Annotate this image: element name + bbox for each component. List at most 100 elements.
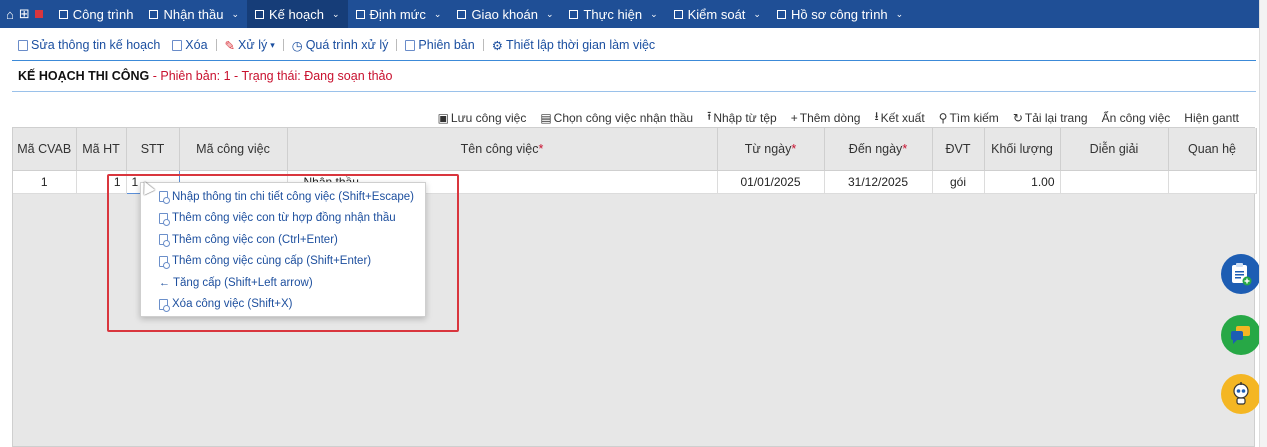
header-label: Đến ngày — [848, 141, 903, 156]
divider — [482, 39, 484, 51]
choose-contract-task-button[interactable]: ▤ Chọn công việc nhận thầu — [540, 107, 693, 128]
nav-ke-hoach[interactable]: Kế hoạch ⌄ — [247, 0, 348, 28]
grid-icon[interactable]: ⊞ — [19, 6, 30, 22]
save-task-button[interactable]: ▣ Lưu công việc — [438, 107, 527, 128]
cell-dvt[interactable]: gói — [932, 170, 985, 194]
cell-dien-giai[interactable] — [1060, 170, 1169, 194]
divider — [282, 39, 284, 51]
divider — [396, 39, 398, 51]
col-header-den-ngay[interactable]: Đến ngày* — [824, 128, 933, 171]
import-file-button[interactable]: ⭱ Nhập từ tệp — [707, 107, 777, 128]
doc-icon — [457, 9, 467, 19]
clock-icon: ◷ — [291, 38, 303, 53]
clipboard-add-button[interactable] — [1221, 254, 1261, 294]
home-group[interactable]: ⌂ ⊞ — [0, 6, 51, 22]
add-row-button[interactable]: + Thêm dòng — [791, 107, 861, 128]
caret-down-icon: ▾ — [270, 39, 275, 50]
download-icon: ⭳ — [874, 109, 879, 123]
col-header-dien-giai[interactable]: Diễn giải — [1060, 128, 1169, 171]
search-label: Tìm kiếm — [949, 110, 999, 125]
delete-icon — [172, 39, 183, 51]
book-icon — [149, 9, 159, 19]
col-header-dvt[interactable]: ĐVT — [932, 128, 985, 171]
history-button[interactable]: ◷ Quá trình xử lý — [286, 38, 395, 53]
import-file-label: Nhập từ tệp — [713, 110, 777, 125]
highlight-box — [107, 174, 459, 332]
nav-label: Thực hiện — [583, 6, 643, 22]
nav-dinh-muc[interactable]: Định mức ⌄ — [348, 0, 450, 28]
page-title: KẾ HOẠCH THI CÔNG - Phiên bản: 1 - Trạng… — [18, 69, 392, 83]
col-header-quan-he[interactable]: Quan hệ — [1168, 128, 1257, 171]
clipboard-icon — [1232, 263, 1252, 286]
worktime-label: Thiết lập thời gian làm việc — [505, 38, 656, 52]
col-header-ma-cong-viec[interactable]: Mã công việc — [179, 128, 288, 171]
divider-line — [12, 91, 1256, 92]
version-button[interactable]: Phiên bản — [399, 38, 480, 52]
upload-icon: ⭱ — [707, 109, 712, 123]
reload-button[interactable]: ↻ Tải lại trang — [1013, 107, 1088, 128]
nav-label: Hồ sơ công trình — [790, 6, 888, 22]
cell-khoi-luong[interactable]: 1.00 — [984, 170, 1061, 194]
nav-label: Kiểm soát — [687, 6, 746, 22]
search-button[interactable]: ⚲ Tìm kiếm — [939, 107, 999, 128]
worktime-settings-button[interactable]: ⚙ Thiết lập thời gian làm việc — [486, 38, 661, 53]
delete-button[interactable]: Xóa — [166, 38, 213, 52]
cell-tu-ngay[interactable]: 01/01/2025 — [717, 170, 825, 194]
folder-icon — [776, 9, 786, 19]
col-header-tu-ngay[interactable]: Từ ngày* — [717, 128, 825, 171]
flag-icon — [34, 10, 43, 18]
col-header-khoi-luong[interactable]: Khối lượng — [984, 128, 1061, 171]
nav-cong-trinh[interactable]: Công trình — [51, 0, 142, 28]
chat-button[interactable] — [1221, 315, 1261, 355]
hide-task-button[interactable]: Ẩn công việc — [1102, 107, 1171, 128]
doc-icon — [355, 9, 365, 19]
chevron-down-icon: ⌄ — [331, 8, 340, 19]
show-gantt-button[interactable]: Hiện gantt — [1184, 107, 1239, 128]
nav-ho-so-cong-trinh[interactable]: Hồ sơ công trình ⌄ — [769, 0, 911, 28]
robot-assistant-button[interactable] — [1221, 374, 1261, 414]
cell-ma-cvab[interactable]: 1 — [13, 170, 77, 194]
col-header-ten-cong-viec[interactable]: Tên công việc* — [287, 128, 718, 171]
nav-thuc-hien[interactable]: Thực hiện ⌄ — [561, 0, 665, 28]
process-label: Xử lý — [238, 38, 268, 52]
nav-kiem-soat[interactable]: Kiểm soát ⌄ — [666, 0, 769, 28]
refresh-icon: ↻ — [1012, 110, 1023, 125]
nav-label: Giao khoán — [471, 6, 538, 22]
nav-label: Nhận thầu — [163, 6, 224, 22]
monitor-icon — [673, 9, 683, 19]
chevron-down-icon: ⌄ — [650, 8, 658, 19]
calendar-icon — [255, 9, 265, 19]
col-header-ma-ht[interactable]: Mã HT — [76, 128, 127, 171]
history-label: Quá trình xử lý — [305, 38, 389, 52]
divider — [215, 39, 217, 51]
col-header-ma-cvab[interactable]: Mã CVAB — [13, 128, 77, 171]
export-label: Kết xuất — [880, 110, 925, 125]
divider-line — [12, 60, 1256, 61]
gear-icon: ⚙ — [491, 38, 503, 53]
export-button[interactable]: ⭳ Kết xuất — [874, 107, 924, 128]
required-mark: * — [902, 141, 908, 156]
list-icon — [58, 9, 68, 19]
header-label: Từ ngày — [744, 141, 792, 156]
top-navbar: ⌂ ⊞ Công trình Nhận thầu ⌄ Kế hoạch ⌄ Đị… — [0, 0, 1267, 28]
edit-plan-label: Sửa thông tin kế hoạch — [31, 38, 161, 52]
copy-icon — [405, 39, 416, 51]
grid-toolbar: ▣ Lưu công việc ▤ Chọn công việc nhận thầu… — [438, 107, 1239, 128]
required-mark: * — [538, 141, 544, 156]
cell-quan-he[interactable] — [1168, 170, 1257, 194]
cell-den-ngay[interactable]: 31/12/2025 — [824, 170, 933, 194]
col-header-stt[interactable]: STT — [126, 128, 180, 171]
search-icon: ⚲ — [938, 110, 948, 125]
page-scrollbar[interactable] — [1259, 0, 1267, 447]
chevron-down-icon: ⌄ — [753, 8, 761, 19]
nav-label: Kế hoạch — [269, 6, 324, 22]
list-icon: ▤ — [540, 110, 552, 125]
nav-giao-khoan[interactable]: Giao khoán ⌄ — [449, 0, 561, 28]
nav-label: Định mức — [369, 6, 426, 22]
process-dropdown[interactable]: ✎ Xử lý ▾ — [219, 38, 281, 53]
nav-nhan-thau[interactable]: Nhận thầu ⌄ — [141, 0, 247, 28]
check-icon — [569, 9, 579, 19]
delete-label: Xóa — [185, 38, 208, 52]
edit-plan-button[interactable]: Sửa thông tin kế hoạch — [12, 38, 166, 52]
home-icon[interactable]: ⌂ — [6, 7, 14, 22]
